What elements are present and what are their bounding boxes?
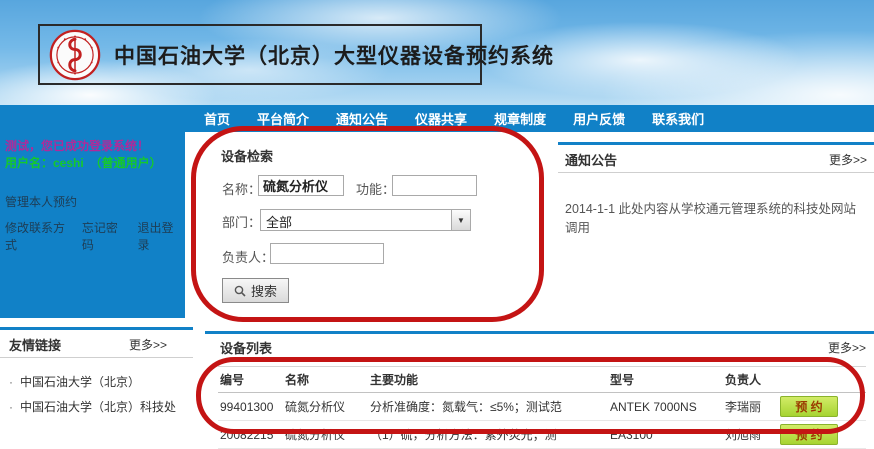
column-header-model: 型号 (608, 367, 723, 393)
column-header-function: 主要功能 (368, 367, 608, 393)
friend-link-cup-sci[interactable]: 中国石油大学（北京）科技处 (9, 398, 176, 415)
name-input[interactable] (258, 175, 344, 196)
university-logo-icon (49, 29, 101, 81)
column-header-name: 名称 (283, 367, 368, 393)
friend-links-top-border (0, 327, 193, 330)
notice-more-link[interactable]: 更多>> (829, 151, 867, 168)
cell-equipment-id: 20082215 (218, 421, 283, 449)
equipment-top-border (205, 331, 874, 334)
notice-divider (558, 172, 874, 173)
nav-item-rules[interactable]: 规章制度 (487, 109, 553, 128)
cell-equipment-manager: 李瑞丽 (723, 393, 778, 421)
nav-item-feedback[interactable]: 用户反馈 (566, 109, 632, 128)
equipment-table-header-row: 编号 名称 主要功能 型号 负责人 (218, 367, 866, 393)
department-select[interactable]: 全部 ▼ (260, 209, 471, 231)
notice-item[interactable]: 2014-1-1 此处内容从学校通元管理系统的科技处网站调用 (565, 198, 865, 236)
friend-link-cup[interactable]: 中国石油大学（北京） (9, 373, 140, 390)
column-header-id: 编号 (218, 367, 283, 393)
sky-banner: 中国石油大学（北京）大型仪器设备预约系统 (0, 0, 874, 105)
search-button-label: 搜索 (251, 281, 277, 300)
nav-item-contact[interactable]: 联系我们 (645, 109, 711, 128)
friend-links-divider (0, 357, 193, 358)
cell-equipment-name: 硫氮分析仪 (283, 393, 368, 421)
search-button[interactable]: 搜索 (222, 278, 289, 303)
name-label: 名称： (222, 179, 261, 198)
notice-section-title: 通知公告 (565, 150, 617, 169)
nav-item-home[interactable]: 首页 (197, 109, 237, 128)
username-line: 用户名：ceshi （普通用户） (5, 155, 180, 172)
manager-label: 负责人： (222, 247, 274, 266)
book-button[interactable]: 预 约 (780, 396, 838, 417)
dropdown-arrow-icon[interactable]: ▼ (451, 210, 470, 230)
department-label: 部门： (222, 212, 261, 231)
search-icon (234, 285, 246, 297)
user-sidebar: 测试，您已成功登录系统！ 用户名：ceshi （普通用户） 管理本人预约 修改联… (0, 132, 185, 318)
logout-link[interactable]: 退出登录 (137, 219, 180, 253)
edit-contact-link[interactable]: 修改联系方式 (5, 219, 69, 253)
department-selected-value: 全部 (261, 210, 451, 230)
page-title: 中国石油大学（北京）大型仪器设备预约系统 (114, 40, 554, 70)
nav-item-notices[interactable]: 通知公告 (329, 109, 395, 128)
cell-equipment-model: EA3100 (608, 421, 723, 449)
search-section-title: 设备检索 (221, 146, 273, 165)
main-navigation: 首页 平台简介 通知公告 仪器共享 规章制度 用户反馈 联系我们 (0, 105, 874, 132)
nav-item-intro[interactable]: 平台简介 (250, 109, 316, 128)
site-title-box: 中国石油大学（北京）大型仪器设备预约系统 (38, 24, 482, 85)
table-row: 99401300 硫氮分析仪 分析准确度：氮载气：≤5%；测试范 ANTEK 7… (218, 393, 866, 421)
function-label: 功能： (356, 179, 395, 198)
cell-equipment-id: 99401300 (218, 393, 283, 421)
cell-equipment-func: （1）硫，分析方法：紫外荧光；测 (368, 421, 608, 449)
function-input[interactable] (392, 175, 477, 196)
friend-links-title: 友情链接 (9, 335, 61, 354)
friend-links-more-link[interactable]: 更多>> (129, 336, 167, 353)
equipment-more-link[interactable]: 更多>> (828, 339, 866, 356)
cell-equipment-name: 硫氮分析仪 (283, 421, 368, 449)
nav-item-sharing[interactable]: 仪器共享 (408, 109, 474, 128)
equipment-section-title: 设备列表 (220, 338, 272, 357)
notice-top-border (558, 142, 874, 145)
column-header-action (778, 367, 866, 393)
column-header-manager: 负责人 (723, 367, 778, 393)
manager-input[interactable] (270, 243, 384, 264)
page: 中国石油大学（北京）大型仪器设备预约系统 首页 平台简介 通知公告 仪器共享 规… (0, 0, 874, 437)
forgot-password-link[interactable]: 忘记密码 (82, 219, 125, 253)
cell-equipment-manager: 刘旭雨 (723, 421, 778, 449)
manage-reservations-link[interactable]: 管理本人预约 (5, 193, 77, 210)
login-success-message: 测试，您已成功登录系统！ (5, 138, 180, 155)
cell-equipment-model: ANTEK 7000NS (608, 393, 723, 421)
book-button[interactable]: 预 约 (780, 424, 838, 445)
cell-equipment-func: 分析准确度：氮载气：≤5%；测试范 (368, 393, 608, 421)
table-row: 20082215 硫氮分析仪 （1）硫，分析方法：紫外荧光；测 EA3100 刘… (218, 421, 866, 449)
